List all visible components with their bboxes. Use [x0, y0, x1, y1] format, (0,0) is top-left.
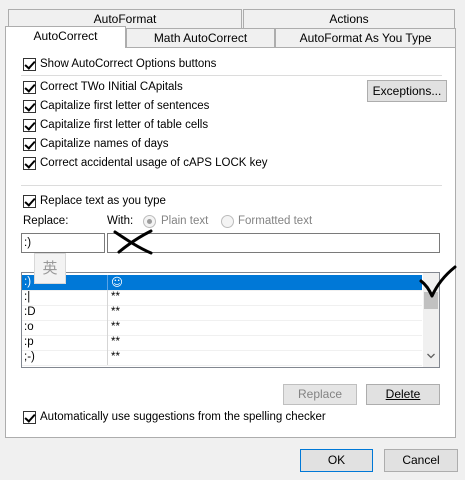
- capitalize-sentences-checkbox[interactable]: [23, 100, 36, 113]
- show-options-buttons-checkbox[interactable]: [23, 58, 36, 71]
- correct-two-initials-label: Correct TWo INitial CApitals: [40, 81, 183, 93]
- tab-autoformat-as-you-type[interactable]: AutoFormat As You Type: [275, 28, 456, 47]
- column-separator: [107, 320, 108, 335]
- capitalize-sentences-label: Capitalize first letter of sentences: [40, 100, 210, 112]
- plain-text-label: Plain text: [161, 215, 209, 227]
- column-separator: [107, 275, 108, 290]
- replace-label: Replace:: [23, 215, 69, 227]
- delete-button-label: Delete: [385, 387, 421, 401]
- entry-with: **: [111, 306, 120, 318]
- entry-with: **: [111, 351, 120, 363]
- cancel-button[interactable]: Cancel: [384, 449, 458, 472]
- entry-replace: :|: [24, 291, 31, 303]
- autocorrect-entries-list[interactable]: :) ☺ :| ** :D ** :o ** :p ** ;-) **: [21, 272, 440, 368]
- formatted-text-radio[interactable]: [221, 215, 234, 228]
- capitalize-table-cells-checkbox[interactable]: [23, 119, 36, 132]
- caps-lock-checkbox[interactable]: [23, 157, 36, 170]
- tab-math-autocorrect[interactable]: Math AutoCorrect: [126, 28, 275, 47]
- entry-with: ☺: [111, 275, 123, 289]
- entry-with: **: [111, 291, 120, 303]
- capitalize-days-label: Capitalize names of days: [40, 138, 169, 150]
- spelling-suggestions-label: Automatically use suggestions from the s…: [40, 411, 326, 423]
- list-item[interactable]: :p **: [22, 335, 422, 351]
- caps-lock-label: Correct accidental usage of cAPS LOCK ke…: [40, 157, 268, 169]
- list-item[interactable]: ;-) **: [22, 350, 422, 366]
- divider: [21, 185, 442, 186]
- replace-as-you-type-checkbox[interactable]: [23, 195, 36, 208]
- capitalize-table-cells-label: Capitalize first letter of table cells: [40, 119, 209, 131]
- chevron-down-icon[interactable]: [427, 353, 435, 359]
- entry-replace: :p: [24, 336, 34, 348]
- column-separator: [107, 350, 108, 365]
- column-separator: [107, 335, 108, 350]
- entry-replace: :o: [24, 321, 34, 333]
- entry-replace: ;-): [24, 351, 35, 363]
- plain-text-radio[interactable]: [143, 215, 156, 228]
- tab-actions[interactable]: Actions: [243, 9, 455, 28]
- delete-button[interactable]: Delete: [366, 384, 440, 405]
- capitalize-days-checkbox[interactable]: [23, 138, 36, 151]
- ime-indicator: 英: [34, 253, 66, 284]
- replace-input[interactable]: :): [21, 233, 105, 253]
- formatted-text-label: Formatted text: [238, 215, 313, 227]
- replace-button[interactable]: Replace: [283, 384, 357, 405]
- hand-drawn-checkmark-icon: [419, 265, 457, 298]
- tab-autocorrect[interactable]: AutoCorrect: [5, 26, 126, 48]
- list-item[interactable]: :| **: [22, 290, 422, 306]
- list-item[interactable]: :) ☺: [22, 275, 422, 291]
- entry-with: **: [111, 321, 120, 333]
- correct-two-initials-checkbox[interactable]: [23, 81, 36, 94]
- entry-replace: :D: [24, 306, 36, 318]
- exceptions-button[interactable]: Exceptions...: [367, 80, 447, 102]
- column-separator: [107, 305, 108, 320]
- ok-button[interactable]: OK: [300, 449, 373, 472]
- with-label: With:: [107, 215, 134, 227]
- entry-replace: :): [24, 276, 32, 288]
- column-separator: [107, 290, 108, 305]
- show-options-buttons-label: Show AutoCorrect Options buttons: [40, 58, 217, 70]
- hand-drawn-x-mark-icon: [113, 229, 153, 255]
- list-item[interactable]: :D **: [22, 305, 422, 321]
- list-item[interactable]: :o **: [22, 320, 422, 336]
- divider: [21, 75, 442, 76]
- spelling-suggestions-checkbox[interactable]: [23, 411, 36, 424]
- with-input[interactable]: [107, 233, 440, 253]
- entry-with: **: [111, 336, 120, 348]
- replace-as-you-type-label: Replace text as you type: [40, 195, 166, 207]
